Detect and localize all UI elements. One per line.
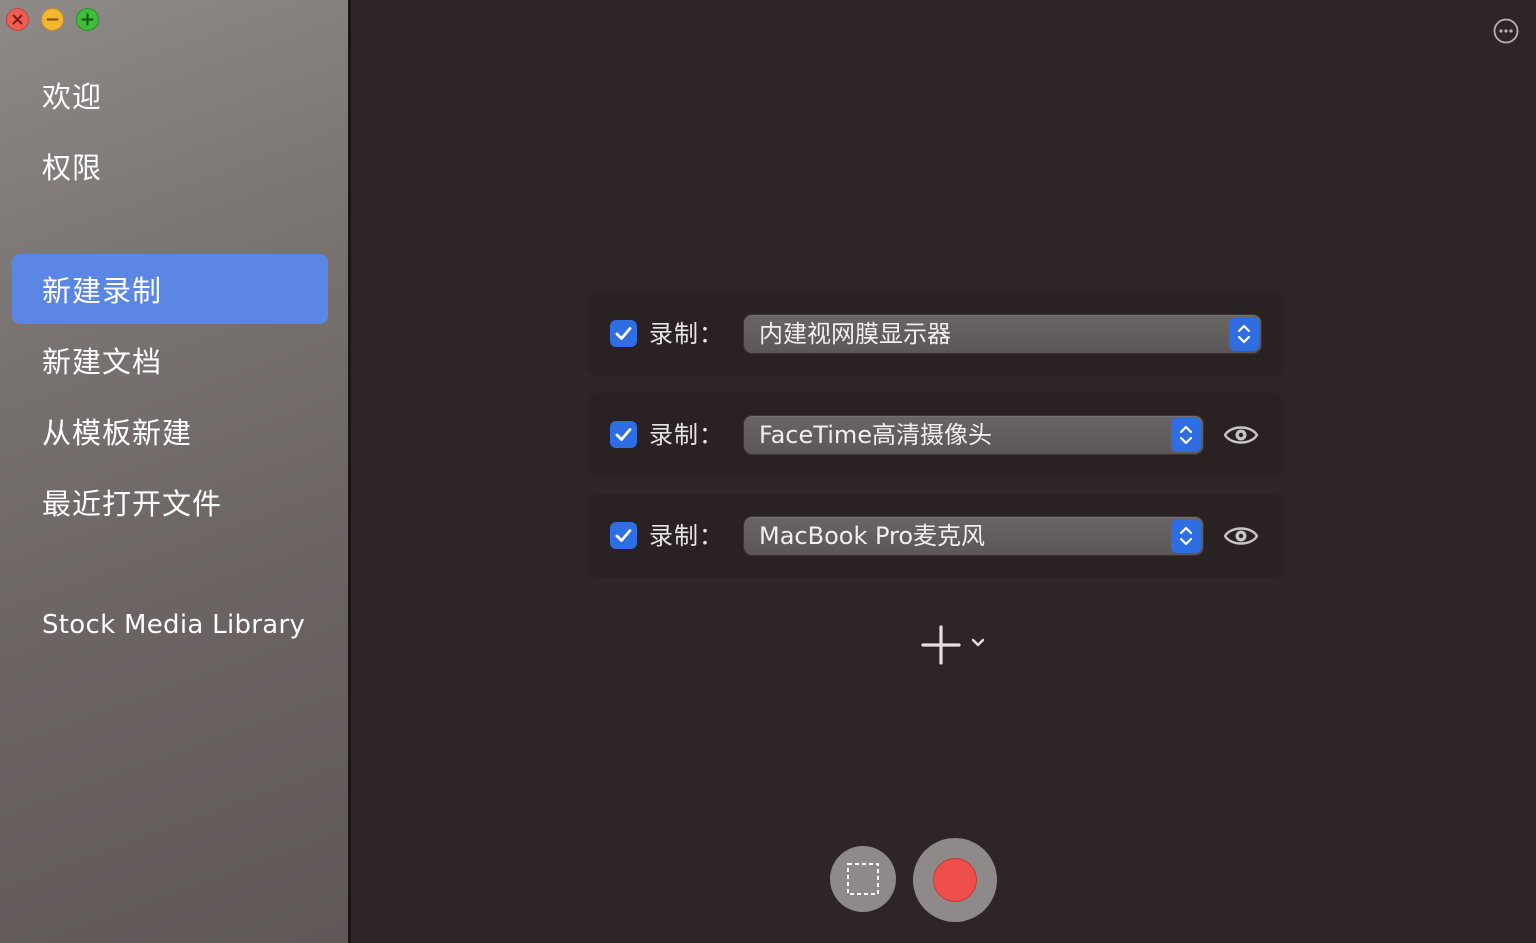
select-value: MacBook Pro麦克风 [759,522,986,550]
sidebar-item-welcome[interactable]: 欢迎 [12,60,328,130]
sidebar-divider [348,0,351,943]
sidebar: 欢迎 权限 新建录制 新建文档 从模板新建 最近打开文件 Stock Media… [0,0,348,943]
sidebar-item-new-recording[interactable]: 新建录制 [12,254,328,324]
sidebar-item-label: 欢迎 [42,80,103,114]
camera-source-select[interactable]: FaceTime高清摄像头 [744,416,1203,454]
select-stepper [1171,519,1201,553]
chevron-up-down-icon [1179,425,1193,445]
checkmark-icon [615,327,632,340]
window-controls [6,8,99,31]
screen-source-select[interactable]: 内建视网膜显示器 [744,315,1261,353]
dashed-selection-icon [847,863,879,895]
sidebar-item-label: Stock Media Library [42,610,306,640]
ellipsis-circle-icon [1493,18,1519,44]
select-stepper [1171,418,1201,452]
sidebar-item-recent-files[interactable]: 最近打开文件 [12,467,328,537]
sidebar-item-stock-media-library[interactable]: Stock Media Library [12,590,328,660]
minus-icon [46,18,59,21]
sidebar-item-label: 新建录制 [42,274,163,308]
minimize-window-button[interactable] [41,8,64,31]
zoom-window-button[interactable] [76,8,99,31]
source-row-screen: 录制： 内建视网膜显示器 [587,292,1284,376]
select-value: FaceTime高清摄像头 [759,421,993,449]
sidebar-item-new-from-template[interactable]: 从模板新建 [12,396,328,466]
select-value: 内建视网膜显示器 [759,320,951,348]
select-stepper [1229,317,1259,351]
eye-icon [1223,527,1259,545]
checkmark-icon [615,529,632,542]
close-icon [12,14,23,25]
sidebar-item-label: 新建文档 [42,345,163,379]
microphone-source-select[interactable]: MacBook Pro麦克风 [744,517,1203,555]
select-region-button[interactable] [830,846,896,912]
sidebar-item-new-document[interactable]: 新建文档 [12,325,328,395]
record-button[interactable] [913,838,997,922]
close-window-button[interactable] [6,8,29,31]
checkmark-icon [615,428,632,441]
record-dot-icon [934,859,976,901]
sidebar-item-label: 最近打开文件 [42,487,223,521]
sidebar-item-label: 权限 [42,151,103,185]
chevron-up-down-icon [1237,324,1251,344]
sidebar-item-permissions[interactable]: 权限 [12,131,328,201]
sidebar-item-label: 从模板新建 [42,416,193,450]
record-microphone-checkbox[interactable] [610,522,637,549]
microphone-preview-button[interactable] [1223,522,1259,550]
camera-preview-button[interactable] [1223,421,1259,449]
add-source-button[interactable] [918,622,992,668]
record-screen-checkbox[interactable] [610,320,637,347]
source-row-camera: 录制： FaceTime高清摄像头 [587,393,1284,477]
source-row-microphone: 录制： MacBook Pro麦克风 [587,494,1284,578]
record-camera-checkbox[interactable] [610,421,637,448]
more-options-button[interactable] [1493,18,1519,44]
eye-icon [1223,426,1259,444]
plus-icon [81,13,94,26]
app-window: 欢迎 权限 新建录制 新建文档 从模板新建 最近打开文件 Stock Media… [0,0,1536,943]
record-label: 录制： [649,421,724,449]
record-label: 录制： [649,320,724,348]
record-label: 录制： [649,522,724,550]
plus-icon [921,625,985,665]
chevron-down-icon [971,638,985,647]
chevron-up-down-icon [1179,526,1193,546]
